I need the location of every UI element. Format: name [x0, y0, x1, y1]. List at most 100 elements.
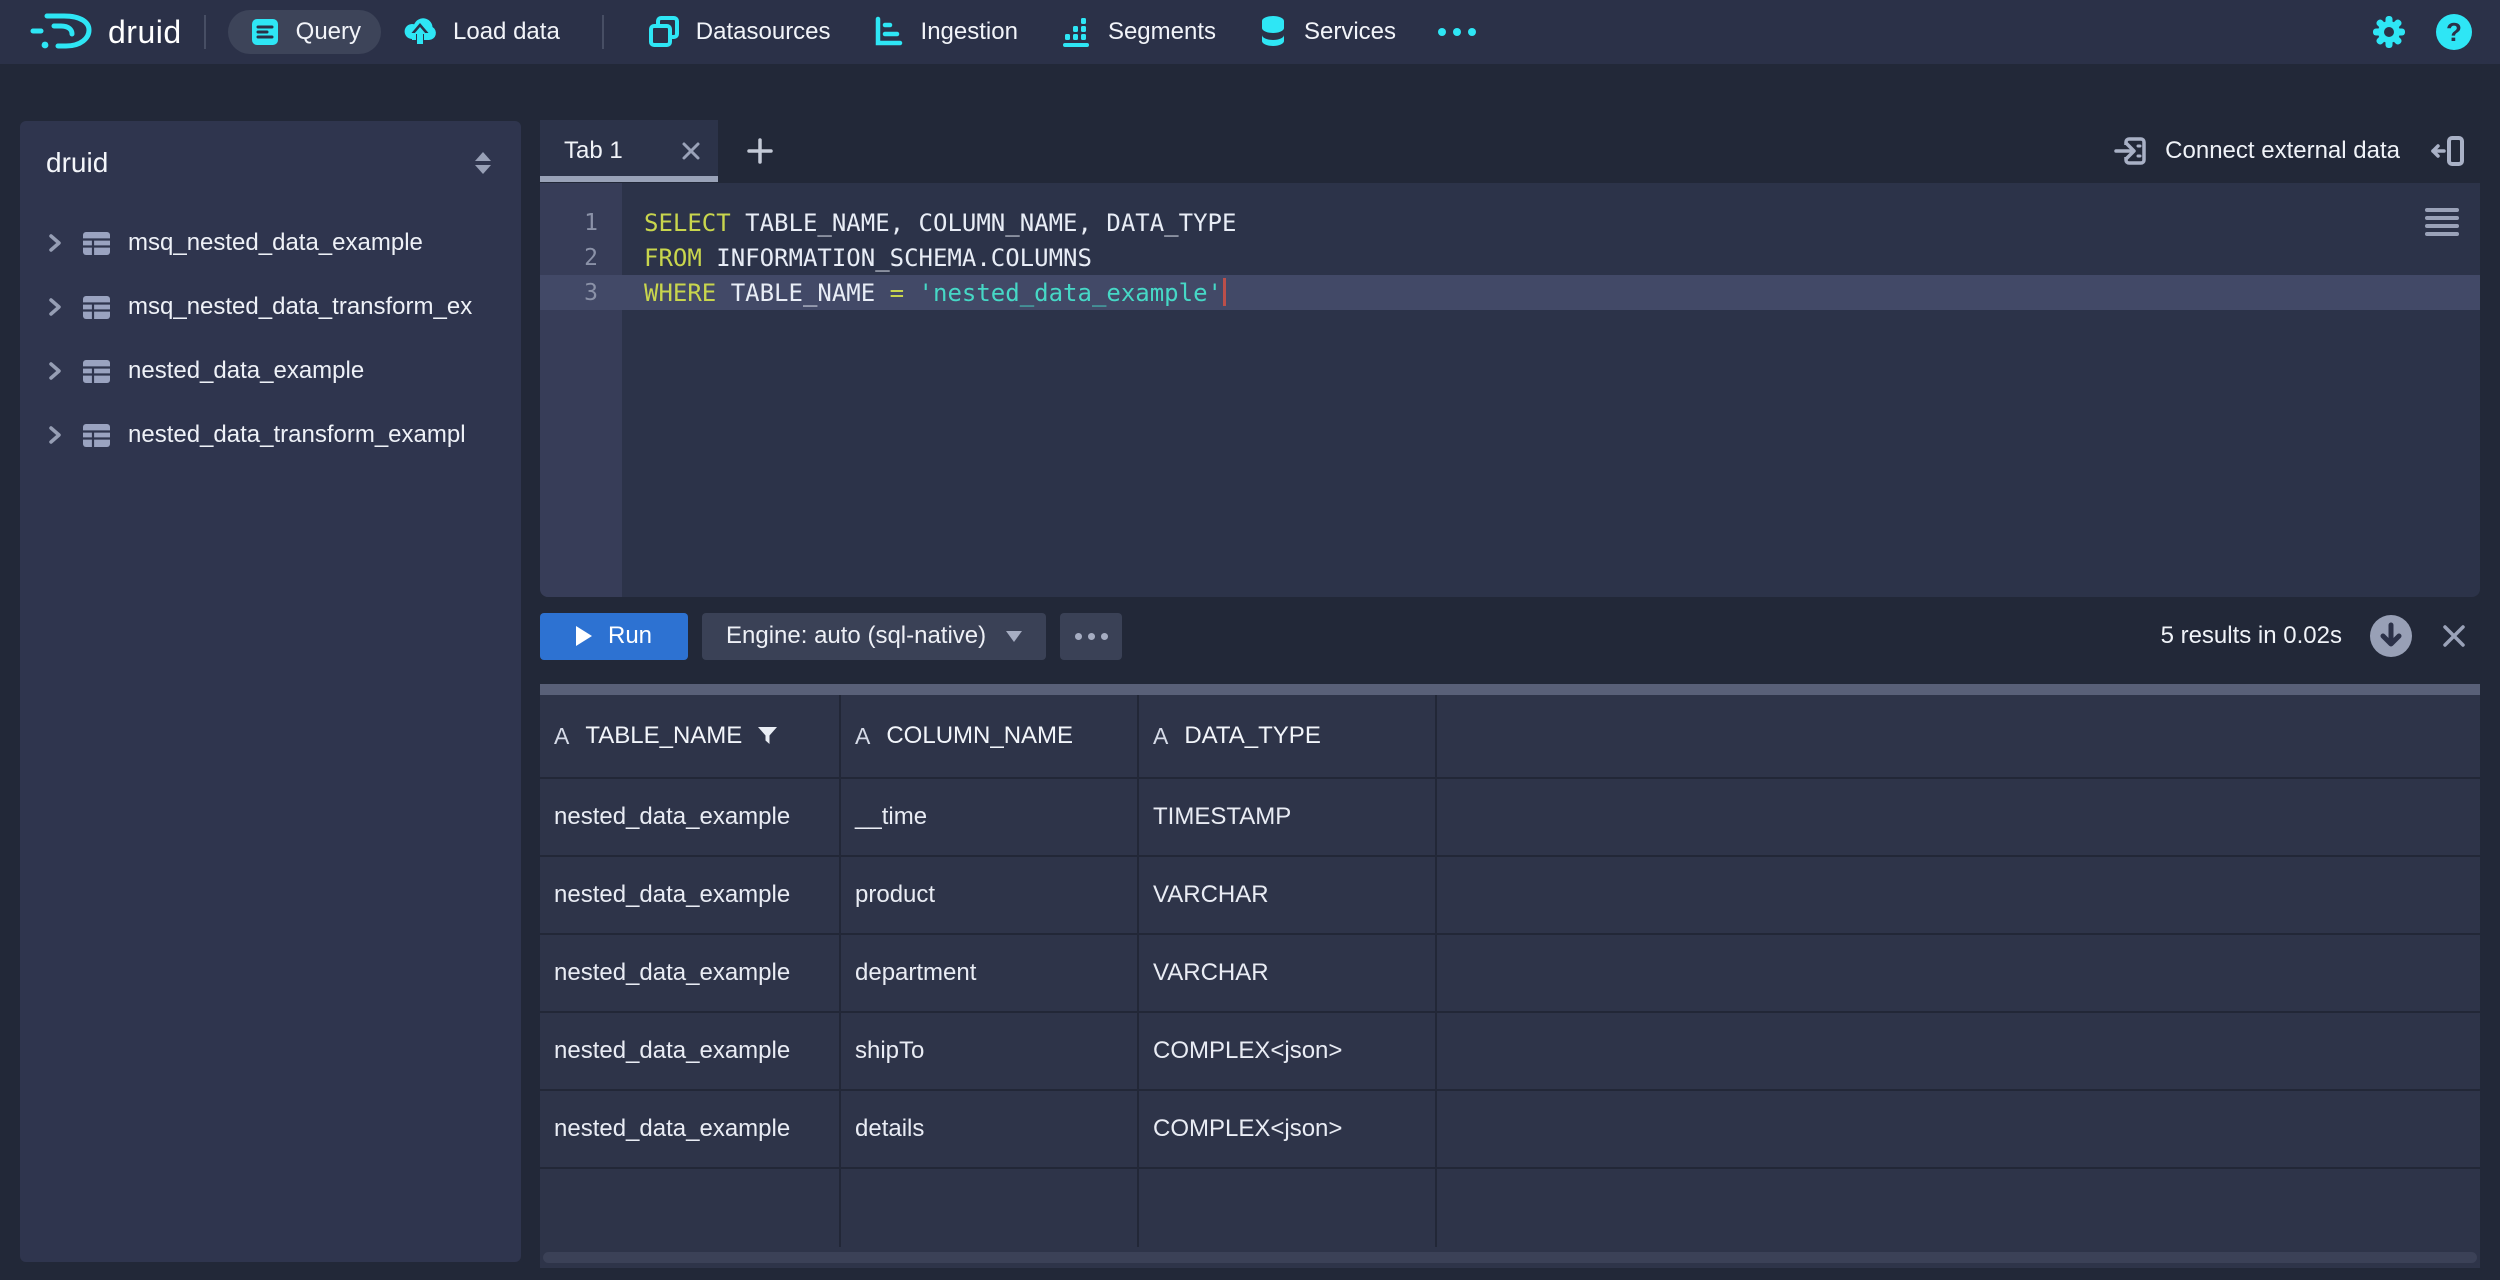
query-more-button[interactable] [1060, 613, 1122, 660]
panel-resize-handle[interactable] [540, 684, 2480, 695]
code-line-active: 3 WHERE TABLE_NAME = 'nested_data_exampl… [540, 275, 2480, 310]
cell-table-name[interactable]: nested_data_example [540, 1013, 841, 1091]
table-row: nested_data_example shipTo COMPLEX<json> [540, 1013, 2480, 1091]
run-label: Run [608, 622, 652, 650]
settings-gear-icon[interactable] [2370, 13, 2408, 51]
column-header-table-name[interactable]: A TABLE_NAME [540, 695, 841, 779]
cell-column-name[interactable]: product [841, 857, 1139, 935]
more-dots-icon [1436, 26, 1478, 38]
nav-item-query[interactable]: Query [228, 10, 381, 54]
line-number: 2 [540, 245, 622, 271]
results-header-row: A TABLE_NAME A COLUMN_NAME A DATA_TYPE [540, 695, 2480, 779]
tree-item-table[interactable]: msq_nested_data_example [20, 211, 521, 275]
druid-logo-icon [28, 10, 98, 54]
string-type-icon: A [554, 723, 569, 750]
nav-item-label: Services [1304, 18, 1396, 46]
code-line: 1 SELECT TABLE_NAME, COLUMN_NAME, DATA_T… [540, 205, 2480, 240]
table-row: nested_data_example product VARCHAR [540, 857, 2480, 935]
tab-close-icon[interactable] [680, 140, 702, 162]
cell-data-type[interactable]: COMPLEX<json> [1139, 1091, 1437, 1169]
cell-column-name[interactable]: shipTo [841, 1013, 1139, 1091]
cell-column-name[interactable]: __time [841, 779, 1139, 857]
nav-divider [204, 15, 206, 49]
column-header-data-type[interactable]: A DATA_TYPE [1139, 695, 1437, 779]
tree-item-table[interactable]: nested_data_example [20, 339, 521, 403]
table-icon [81, 228, 112, 259]
cell-column-name[interactable]: department [841, 935, 1139, 1013]
brand-name: druid [108, 14, 182, 51]
sort-double-caret-icon[interactable] [471, 149, 495, 177]
result-status: 5 results in 0.02s [2161, 622, 2342, 650]
text-cursor [1223, 278, 1226, 306]
cell-data-type[interactable]: TIMESTAMP [1139, 779, 1437, 857]
query-tab[interactable]: Tab 1 [540, 120, 718, 182]
topbar-right-actions: ? [2370, 13, 2472, 51]
help-icon[interactable]: ? [2436, 14, 2472, 50]
table-name-label: msq_nested_data_example [128, 229, 423, 257]
code-text: WHERE TABLE_NAME = 'nested_data_example' [622, 278, 1226, 307]
engine-select[interactable]: Engine: auto (sql-native) [702, 613, 1046, 660]
table-name-label: nested_data_example [128, 357, 364, 385]
download-results-icon[interactable] [2368, 613, 2414, 659]
more-dots-icon [1075, 633, 1082, 640]
nav-item-load-data[interactable]: Load data [381, 10, 580, 54]
close-results-icon[interactable] [2440, 622, 2468, 650]
nav-more-button[interactable] [1416, 10, 1498, 54]
table-name-label: msq_nested_data_transform_ex [128, 293, 472, 321]
engine-label: Engine: auto (sql-native) [726, 622, 986, 650]
horizontal-scrollbar[interactable] [543, 1252, 2477, 1263]
tree-item-table[interactable]: msq_nested_data_transform_ex [20, 275, 521, 339]
connect-external-data-button[interactable]: Connect external data [2113, 133, 2400, 169]
cell-table-name[interactable]: nested_data_example [540, 935, 841, 1013]
query-icon [248, 15, 282, 49]
druid-console: druid Query Load [0, 0, 2500, 1280]
nav-item-datasources[interactable]: Datasources [626, 10, 851, 54]
sql-editor[interactable]: 1 SELECT TABLE_NAME, COLUMN_NAME, DATA_T… [540, 183, 2480, 597]
cell-column-name[interactable]: details [841, 1091, 1139, 1169]
cell-data-type[interactable]: VARCHAR [1139, 935, 1437, 1013]
chevron-right-icon[interactable] [46, 230, 63, 256]
ingestion-icon [871, 14, 907, 50]
results-table: A TABLE_NAME A COLUMN_NAME A DATA_TYPE [540, 695, 2480, 1268]
code-line: 2 FROM INFORMATION_SCHEMA.COLUMNS [540, 240, 2480, 275]
line-number: 3 [540, 280, 622, 306]
table-icon [81, 292, 112, 323]
nav-item-ingestion[interactable]: Ingestion [851, 10, 1038, 54]
nav-item-segments[interactable]: Segments [1038, 10, 1236, 54]
top-nav-bar: druid Query Load [0, 0, 2500, 64]
new-tab-icon[interactable] [746, 137, 774, 165]
druid-logo[interactable]: druid [28, 10, 182, 54]
schema-name: druid [46, 147, 108, 179]
run-button[interactable]: Run [540, 613, 688, 660]
table-row: nested_data_example __time TIMESTAMP [540, 779, 2480, 857]
cell-table-name[interactable]: nested_data_example [540, 779, 841, 857]
chevron-right-icon[interactable] [46, 294, 63, 320]
segments-icon [1058, 14, 1094, 50]
cell-table-name[interactable]: nested_data_example [540, 857, 841, 935]
table-tree: msq_nested_data_example msq_nested_data_… [20, 195, 521, 467]
nav-divider [602, 15, 604, 49]
cell-data-type[interactable]: VARCHAR [1139, 857, 1437, 935]
result-status-area: 5 results in 0.02s [2161, 613, 2480, 659]
chevron-right-icon[interactable] [46, 358, 63, 384]
table-icon [81, 420, 112, 451]
schema-header: druid [20, 121, 521, 195]
play-icon [576, 626, 592, 646]
collapse-panel-icon[interactable] [2430, 133, 2466, 169]
tree-item-table[interactable]: nested_data_transform_exampl [20, 403, 521, 467]
nav-item-label: Ingestion [921, 18, 1018, 46]
string-type-icon: A [855, 723, 870, 750]
connect-external-data-label: Connect external data [2165, 137, 2400, 165]
column-header-column-name[interactable]: A COLUMN_NAME [841, 695, 1139, 779]
schema-sidebar: druid msq_nested_data_exam [20, 121, 521, 1262]
cell-data-type[interactable]: COMPLEX<json> [1139, 1013, 1437, 1091]
nav-item-label: Datasources [696, 18, 831, 46]
chevron-right-icon[interactable] [46, 422, 63, 448]
line-number: 1 [540, 210, 622, 236]
code-text: SELECT TABLE_NAME, COLUMN_NAME, DATA_TYP… [622, 209, 1236, 237]
editor-menu-icon[interactable] [2424, 207, 2460, 237]
cell-table-name[interactable]: nested_data_example [540, 1091, 841, 1169]
nav-item-services[interactable]: Services [1236, 10, 1416, 54]
query-workbench: Tab 1 [540, 118, 2480, 1268]
filter-funnel-icon[interactable] [756, 725, 779, 747]
